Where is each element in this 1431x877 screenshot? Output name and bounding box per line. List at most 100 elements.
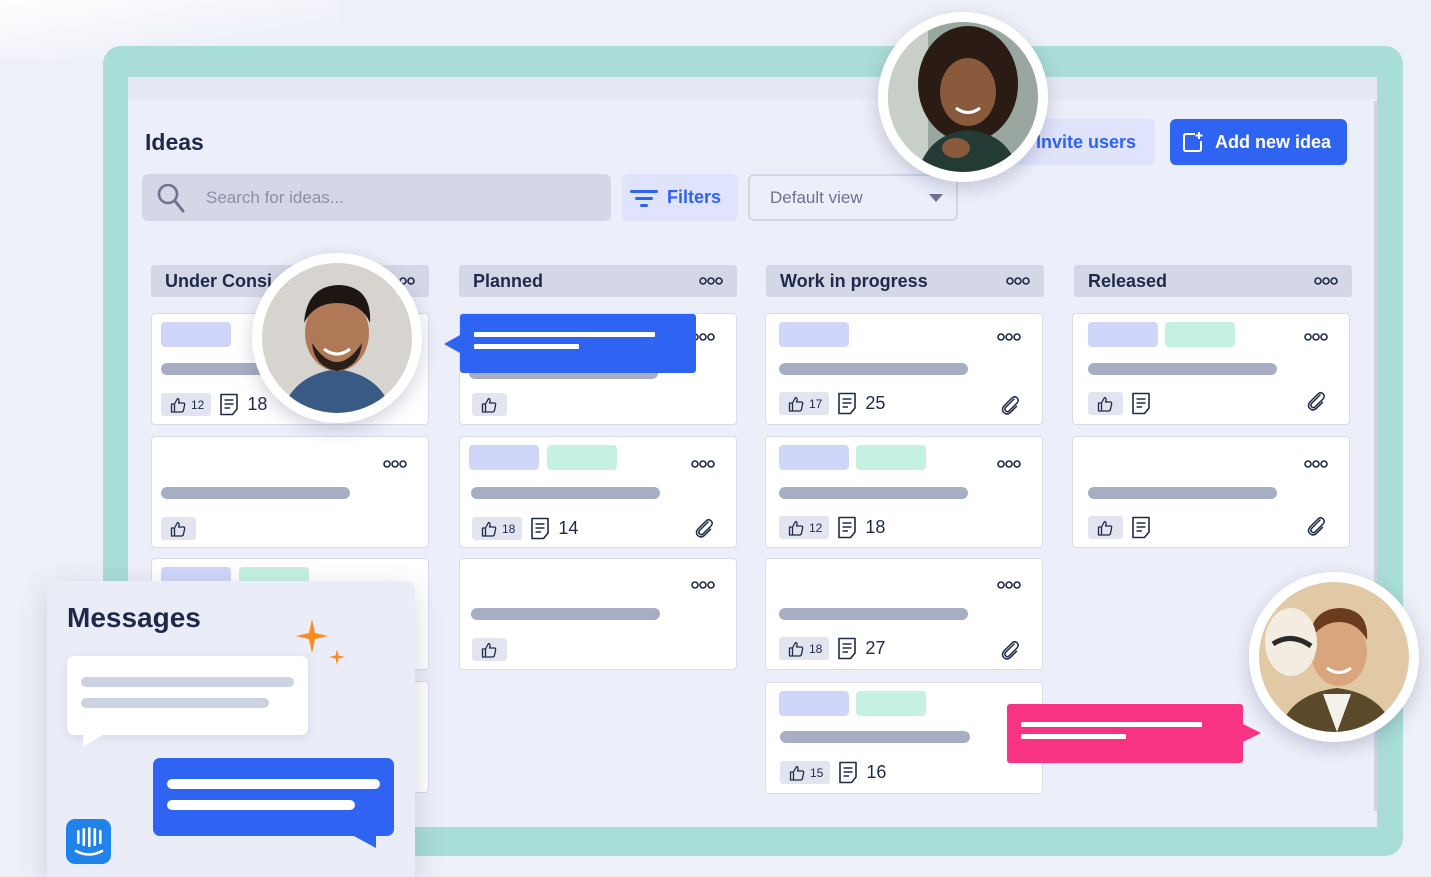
upvote-count: 12 — [809, 520, 823, 535]
pink-comment-callout — [1007, 704, 1261, 763]
idea-card[interactable] — [1072, 313, 1350, 425]
intercom-glyph — [74, 827, 104, 856]
upvote-button[interactable]: 18 — [472, 517, 523, 540]
comment-doc-icon — [838, 637, 857, 660]
upvote-button[interactable] — [472, 393, 507, 416]
comments[interactable]: 25 — [837, 392, 885, 415]
idea-card[interactable]: 12 18 — [765, 436, 1043, 548]
comments[interactable]: 27 — [837, 637, 885, 660]
idea-title-placeholder — [161, 487, 350, 499]
column-header-released: Released — [1074, 265, 1352, 297]
person-photo — [1259, 582, 1409, 732]
bubble-tail — [83, 735, 103, 747]
idea-card[interactable]: 18 27 — [765, 558, 1043, 670]
idea-title-placeholder — [1088, 363, 1277, 375]
upvote-button[interactable]: 12 — [779, 516, 830, 539]
column-title: Released — [1088, 270, 1168, 291]
more-icon[interactable] — [1304, 332, 1328, 342]
app-top-band — [128, 77, 1377, 99]
messages-panel: Messages — [47, 581, 415, 877]
more-icon[interactable] — [997, 459, 1021, 469]
comments[interactable] — [1131, 516, 1159, 539]
page-title: Ideas — [145, 129, 204, 155]
caret-down-icon — [929, 193, 943, 202]
idea-title-placeholder — [471, 608, 660, 620]
tag-chip — [856, 445, 926, 470]
tag-chip — [1165, 322, 1235, 347]
more-icon[interactable] — [1304, 459, 1328, 469]
more-icon[interactable] — [997, 580, 1021, 590]
more-icon[interactable] — [997, 332, 1021, 342]
paperclip-icon — [1307, 516, 1325, 536]
upvote-button[interactable]: 12 — [161, 393, 212, 416]
comments[interactable]: 18 — [219, 393, 267, 416]
upvote-button[interactable] — [161, 517, 196, 540]
idea-card[interactable]: 15 16 — [765, 682, 1043, 794]
idea-card[interactable]: 18 14 — [459, 436, 737, 548]
upvote-button[interactable] — [472, 638, 507, 661]
search-icon — [157, 183, 185, 212]
paperclip-icon — [695, 518, 713, 538]
upvote-button[interactable]: 18 — [779, 637, 830, 660]
comments[interactable]: 16 — [838, 761, 886, 784]
comment-doc-icon — [1132, 392, 1150, 415]
more-icon[interactable] — [1006, 276, 1030, 286]
comment-count: 18 — [865, 517, 886, 537]
text-line-placeholder — [81, 677, 294, 687]
add-new-idea-button[interactable]: Add new idea — [1170, 119, 1347, 165]
comments[interactable]: 18 — [837, 516, 885, 539]
thumbs-up-icon — [170, 521, 186, 537]
idea-card[interactable] — [1072, 436, 1350, 548]
card-stats: 17 25 — [779, 392, 885, 415]
thumbs-up-icon — [789, 765, 805, 781]
idea-card[interactable]: 17 25 — [765, 313, 1043, 425]
more-icon[interactable] — [691, 459, 715, 469]
upvote-button[interactable]: 15 — [780, 761, 831, 784]
upvote-count: 17 — [809, 396, 823, 411]
upvote-button[interactable] — [1088, 516, 1123, 539]
intercom-logo-icon[interactable] — [66, 819, 111, 864]
tag-chip — [1088, 322, 1158, 347]
paperclip-icon — [1001, 395, 1019, 415]
card-stats — [1088, 516, 1159, 539]
tag-chip — [856, 691, 926, 716]
comments[interactable]: 14 — [530, 517, 578, 540]
incoming-message-bubble — [67, 656, 308, 747]
thumbs-up-icon — [1097, 520, 1113, 536]
column-title: Work in progress — [780, 270, 928, 291]
more-icon[interactable] — [1314, 276, 1338, 286]
more-icon[interactable] — [383, 459, 407, 469]
idea-title-placeholder — [779, 487, 968, 499]
card-stats: 12 18 — [779, 516, 885, 539]
invite-users-label: Invite users — [1035, 131, 1136, 152]
thumbs-up-icon — [788, 520, 804, 536]
idea-title-placeholder — [780, 731, 970, 743]
idea-title-placeholder — [779, 363, 968, 375]
add-new-idea-label: Add new idea — [1215, 131, 1332, 152]
more-icon[interactable] — [699, 276, 723, 286]
upvote-button[interactable] — [1088, 392, 1123, 415]
comment-doc-icon — [1132, 516, 1150, 539]
filter-icon — [630, 189, 658, 207]
tag-chip — [779, 691, 849, 716]
upvote-count: 15 — [810, 765, 824, 780]
filters-button[interactable]: Filters — [622, 174, 738, 221]
person-photo — [262, 263, 412, 413]
add-card-icon — [1183, 132, 1203, 152]
comments[interactable] — [1131, 392, 1159, 415]
comment-count: 18 — [247, 394, 268, 414]
idea-card[interactable] — [151, 436, 429, 548]
idea-card[interactable] — [459, 558, 737, 670]
thumbs-up-icon — [481, 397, 497, 413]
upvote-button[interactable]: 17 — [779, 392, 830, 415]
tag-chip — [161, 322, 231, 347]
tag-chip — [469, 445, 539, 470]
comment-count: 14 — [558, 518, 579, 538]
search-input[interactable]: Search for ideas... — [142, 174, 611, 221]
more-icon[interactable] — [691, 580, 715, 590]
search-placeholder: Search for ideas... — [206, 187, 344, 207]
person-photo — [888, 22, 1038, 172]
column-title: Planned — [473, 270, 544, 291]
view-select[interactable]: Default view — [748, 174, 958, 221]
text-line-placeholder — [474, 332, 655, 337]
